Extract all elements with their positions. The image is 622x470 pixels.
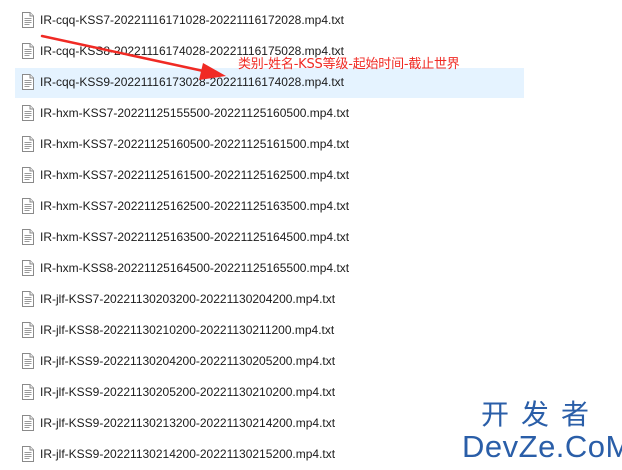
file-item[interactable]: IR-hxm-KSS8-20221125164500-2022112516550… bbox=[15, 254, 524, 284]
text-file-icon bbox=[22, 229, 34, 245]
file-name: IR-jlf-KSS9-20221130204200-2022113020520… bbox=[40, 354, 336, 368]
text-file-icon bbox=[22, 167, 34, 183]
file-item[interactable]: IR-hxm-KSS7-20221125155500-2022112516050… bbox=[15, 99, 524, 129]
text-file-icon bbox=[22, 43, 34, 59]
file-item[interactable]: IR-hxm-KSS7-20221125162500-2022112516350… bbox=[15, 192, 524, 222]
text-file-icon bbox=[22, 260, 34, 276]
text-file-icon bbox=[22, 446, 34, 462]
file-name: IR-hxm-KSS8-20221125164500-2022112516550… bbox=[40, 261, 350, 275]
annotation-text: 类别-姓名-KSS等级-起始时间-截止世界 bbox=[238, 57, 460, 72]
file-item[interactable]: IR-jlf-KSS9-20221130213200-2022113021420… bbox=[15, 409, 524, 439]
file-name: IR-cqq-KSS9-20221116173028-2022111617402… bbox=[40, 75, 345, 89]
text-file-icon bbox=[22, 74, 34, 90]
watermark-line2: DevZe.CoM bbox=[462, 429, 622, 464]
file-item[interactable]: IR-cqq-KSS7-20221116171028-2022111617202… bbox=[15, 6, 524, 36]
text-file-icon bbox=[22, 291, 34, 307]
file-name: IR-jlf-KSS9-20221130214200-2022113021520… bbox=[40, 447, 336, 461]
file-name: IR-hxm-KSS7-20221125162500-2022112516350… bbox=[40, 199, 350, 213]
file-name: IR-hxm-KSS7-20221125161500-2022112516250… bbox=[40, 168, 350, 182]
text-file-icon bbox=[22, 105, 34, 121]
file-item[interactable]: IR-hxm-KSS7-20221125163500-2022112516450… bbox=[15, 223, 524, 253]
file-name: IR-hxm-KSS7-20221125160500-2022112516150… bbox=[40, 137, 350, 151]
file-item[interactable]: IR-jlf-KSS8-20221130210200-2022113021120… bbox=[15, 316, 524, 346]
file-name: IR-jlf-KSS9-20221130213200-2022113021420… bbox=[40, 416, 336, 430]
text-file-icon bbox=[22, 415, 34, 431]
file-item[interactable]: IR-hxm-KSS7-20221125160500-2022112516150… bbox=[15, 130, 524, 160]
file-name: IR-cqq-KSS7-20221116171028-2022111617202… bbox=[40, 13, 345, 27]
text-file-icon bbox=[22, 384, 34, 400]
watermark: 开发者 DevZe.CoM bbox=[452, 398, 622, 468]
file-name: IR-jlf-KSS8-20221130210200-2022113021120… bbox=[40, 323, 335, 337]
text-file-icon bbox=[22, 353, 34, 369]
file-name: IR-cqq-KSS8-20221116174028-2022111617502… bbox=[40, 44, 345, 58]
file-item[interactable]: IR-jlf-KSS9-20221130214200-2022113021520… bbox=[15, 440, 524, 470]
text-file-icon bbox=[22, 136, 34, 152]
file-item[interactable]: IR-jlf-KSS9-20221130205200-2022113021020… bbox=[15, 378, 524, 408]
text-file-icon bbox=[22, 322, 34, 338]
file-name: IR-hxm-KSS7-20221125163500-2022112516450… bbox=[40, 230, 350, 244]
text-file-icon bbox=[22, 198, 34, 214]
file-name: IR-hxm-KSS7-20221125155500-2022112516050… bbox=[40, 106, 350, 120]
file-item[interactable]: IR-jlf-KSS9-20221130204200-2022113020520… bbox=[15, 347, 524, 377]
file-name: IR-jlf-KSS7-20221130203200-2022113020420… bbox=[40, 292, 336, 306]
file-name: IR-jlf-KSS9-20221130205200-2022113021020… bbox=[40, 385, 336, 399]
file-item[interactable]: IR-jlf-KSS7-20221130203200-2022113020420… bbox=[15, 285, 524, 315]
watermark-line1: 开发者 bbox=[481, 398, 602, 431]
file-item[interactable]: IR-hxm-KSS7-20221125161500-2022112516250… bbox=[15, 161, 524, 191]
text-file-icon bbox=[22, 12, 34, 28]
